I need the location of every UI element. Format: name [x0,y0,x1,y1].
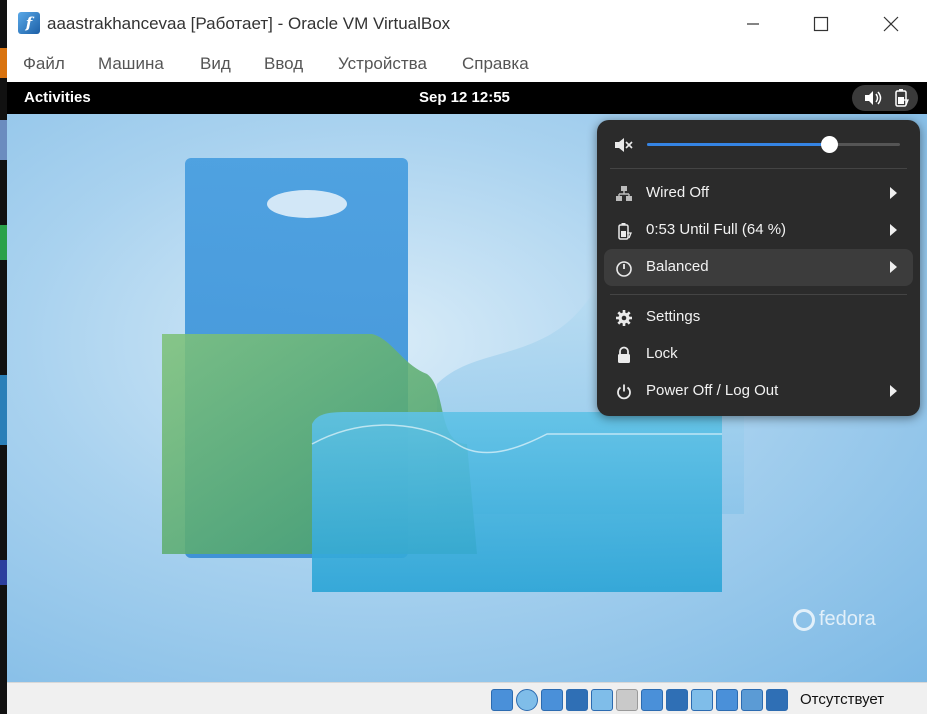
window-titlebar: f aaastrakhancevaa [Работает] - Oracle V… [7,0,927,48]
menu-item-battery[interactable]: 0:53 Until Full (64 %) [604,212,913,249]
close-icon [883,16,899,32]
fedora-mark-icon [793,608,815,631]
status-bar: Отсутствует [7,682,927,714]
power-profile-icon [616,261,632,277]
gnome-top-bar: Activities Sep 12 12:55 [7,82,927,114]
window-title: aaastrakhancevaa [Работает] - Oracle VM … [47,14,451,33]
menu-item-label: Wired Off [646,184,710,201]
menu-item-wired[interactable]: Wired Off [604,175,913,212]
menu-item-settings[interactable]: Settings [604,299,913,336]
close-button[interactable] [867,8,915,40]
chevron-right-icon [890,224,897,236]
fedora-logo: fedora [793,608,876,631]
usb-icon[interactable] [591,689,613,711]
menu-input[interactable]: Ввод [264,54,303,74]
quick-settings-menu: Wired Off 0:53 Until Full (64 %) Balance… [597,120,920,416]
menu-item-power-off[interactable]: Power Off / Log Out [604,373,913,410]
system-status-button[interactable] [852,85,918,111]
host-key-label: Отсутствует [800,691,885,708]
cpu-icon[interactable] [716,689,738,711]
maximize-button[interactable] [797,8,845,40]
menu-item-label: 0:53 Until Full (64 %) [646,221,787,238]
host-key-icon[interactable] [766,689,788,711]
mouse-integration-icon[interactable] [741,689,763,711]
menu-item-power-profile[interactable]: Balanced [604,249,913,286]
menu-item-label: Balanced [646,258,709,275]
menu-help[interactable]: Справка [462,54,529,74]
menu-item-label: Settings [646,308,701,325]
menu-bar: Файл Машина Вид Ввод Устройства Справка [7,48,927,82]
battery-charging-icon [618,223,632,240]
menu-item-lock[interactable]: Lock [604,336,913,373]
volume-muted-icon[interactable] [613,136,633,154]
clock-button[interactable]: Sep 12 12:55 [419,89,510,106]
menu-item-label: Power Off / Log Out [646,382,779,399]
menu-item-label: Lock [646,345,678,362]
maximize-icon [813,16,829,32]
display-icon[interactable] [641,689,663,711]
recording-icon[interactable] [691,689,713,711]
chevron-right-icon [890,385,897,397]
fedora-logo-text: fedora [819,608,876,630]
wired-network-off-icon [616,186,632,201]
gear-icon [616,310,632,326]
optical-disk-icon[interactable] [516,689,538,711]
hard-disk-icon[interactable] [491,689,513,711]
vm-screen[interactable]: fedora Activities Sep 12 12:55 Wired Off… [7,82,927,682]
lock-icon [618,346,630,363]
status-bar-icons [491,689,788,711]
volume-icon [865,91,882,105]
separator [610,168,907,169]
virtualbox-icon: f [18,12,40,34]
shared-folders-icon[interactable] [616,689,638,711]
menu-view[interactable]: Вид [200,54,231,74]
menu-machine[interactable]: Машина [98,54,164,74]
activities-button[interactable]: Activities [24,89,91,106]
minimize-button[interactable] [729,8,777,40]
power-icon [617,384,631,400]
volume-slider-fill [647,143,830,146]
chevron-right-icon [890,261,897,273]
network-icon[interactable] [566,689,588,711]
menu-devices[interactable]: Устройства [338,54,427,74]
audio-icon[interactable] [541,689,563,711]
minimize-icon [747,23,759,25]
host-desktop-strip [0,0,7,714]
separator [610,294,907,295]
battery-charging-icon [895,89,909,107]
snapshot-icon[interactable] [666,689,688,711]
volume-slider-knob[interactable] [821,136,839,153]
chevron-right-icon [890,187,897,199]
volume-slider[interactable] [647,136,900,153]
menu-file[interactable]: Файл [23,54,65,74]
